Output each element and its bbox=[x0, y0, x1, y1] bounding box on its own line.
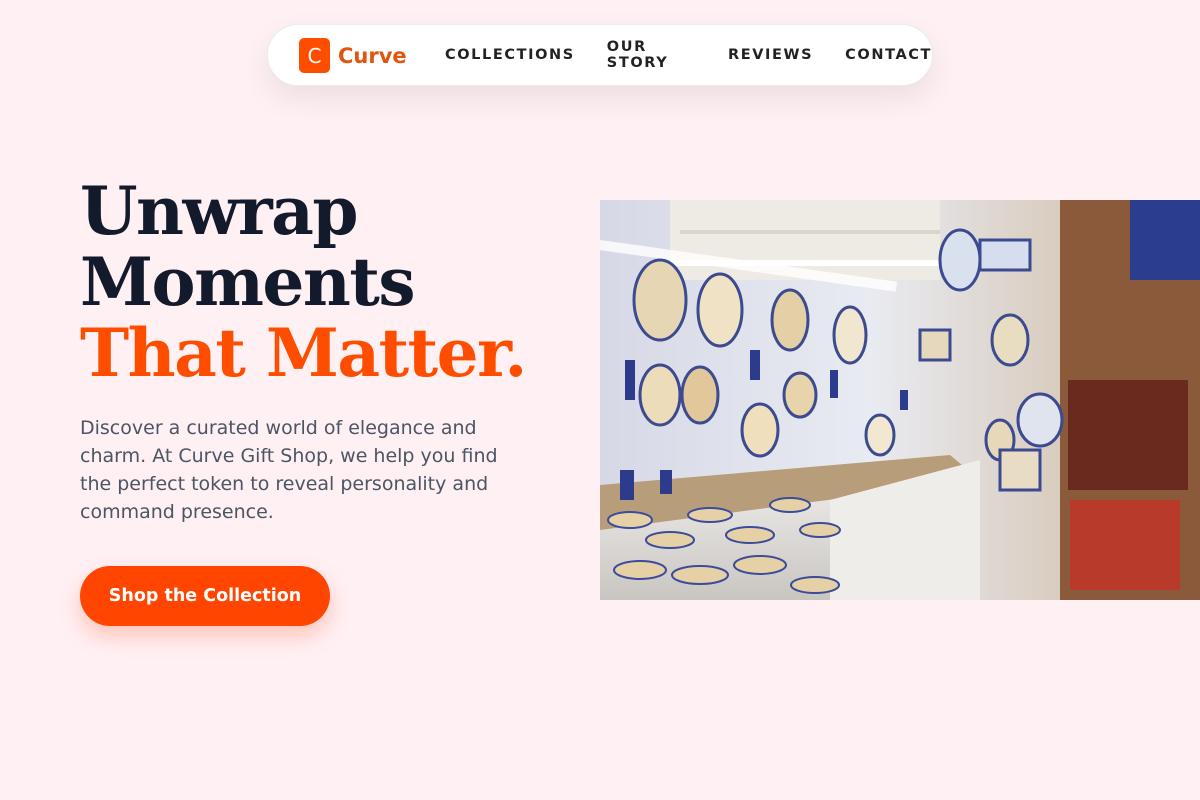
nav-link-collections[interactable]: COLLECTIONS bbox=[445, 47, 575, 63]
nav-link-our-story[interactable]: OUR STORY bbox=[607, 39, 696, 71]
headline-accent: That Matter. bbox=[80, 314, 527, 392]
brand-name: Curve bbox=[338, 43, 407, 68]
nav-links: COLLECTIONS OUR STORY REVIEWS CONTACT bbox=[445, 25, 932, 85]
shop-collection-button[interactable]: Shop the Collection bbox=[80, 566, 330, 626]
nav-link-contact[interactable]: CONTACT bbox=[845, 47, 932, 63]
nav-link-reviews[interactable]: REVIEWS bbox=[728, 47, 813, 63]
headline-line-1: Unwrap bbox=[80, 172, 359, 250]
headline-line-2: Moments bbox=[80, 243, 416, 321]
hero-headline: Unwrap Moments That Matter. bbox=[80, 172, 527, 392]
top-navigation: C Curve COLLECTIONS OUR STORY REVIEWS CO… bbox=[267, 24, 933, 86]
brand-logo-link[interactable]: C Curve bbox=[299, 38, 407, 73]
hero-shop-photo bbox=[600, 200, 1200, 600]
logo-mark: C bbox=[299, 38, 330, 73]
hero-lead-text: Discover a curated world of elegance and… bbox=[80, 417, 498, 523]
